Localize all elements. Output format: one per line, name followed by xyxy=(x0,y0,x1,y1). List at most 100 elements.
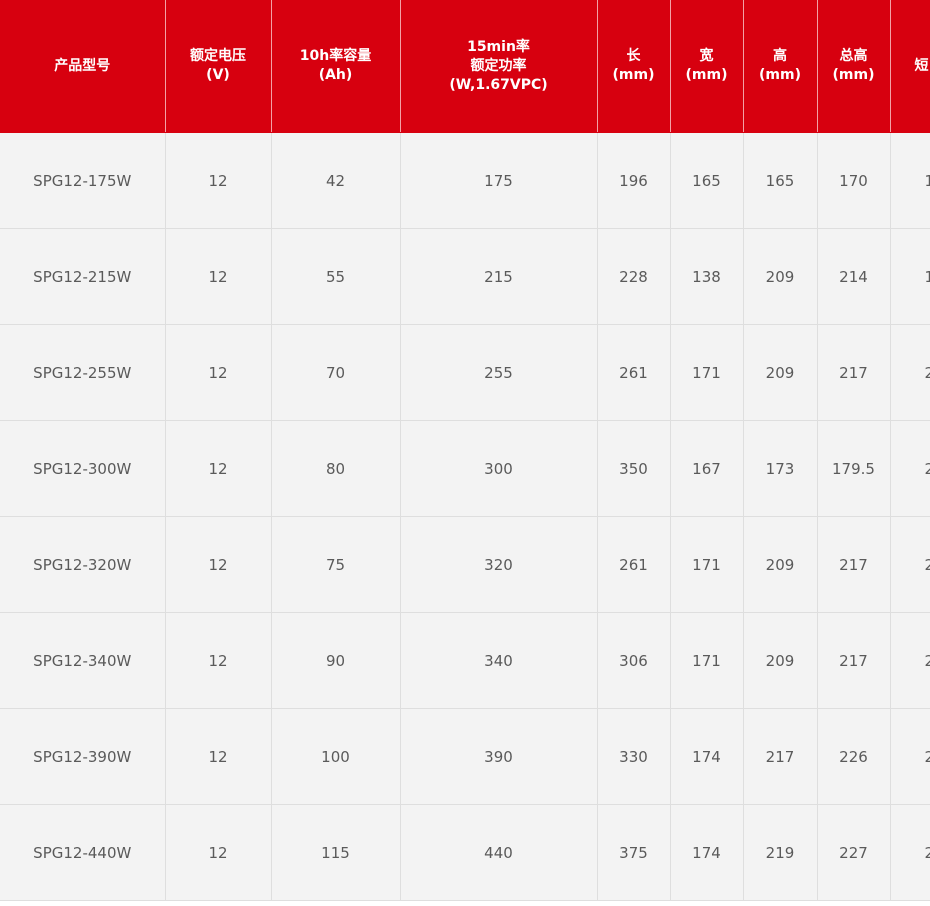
model-cell: SPG12-390W xyxy=(0,708,166,805)
table-row: SPG12-440W121154403751742192272 xyxy=(0,804,930,901)
height-cell: 209 xyxy=(743,516,818,613)
capacity-cell: 100 xyxy=(271,708,401,805)
header-row: 产品型号 额定电压 (V) 10h率容量 (Ah) 15min率 额定功率 (W,1.67VP… xyxy=(0,0,930,133)
header-width: 宽 (mm) xyxy=(670,0,744,133)
length-cell: 228 xyxy=(597,228,671,325)
height-cell: 165 xyxy=(743,132,818,229)
short-cell: 2 xyxy=(890,708,930,805)
voltage-cell: 12 xyxy=(165,228,272,325)
height-cell: 209 xyxy=(743,324,818,421)
width-cell: 171 xyxy=(670,612,744,709)
power-cell: 300 xyxy=(400,420,598,517)
total-height-cell: 217 xyxy=(817,612,891,709)
table-row: SPG12-340W12903403061712092172 xyxy=(0,612,930,709)
header-height: 高 (mm) xyxy=(743,0,818,133)
header-length: 长 (mm) xyxy=(597,0,671,133)
table-row: SPG12-320W12753202611712092172 xyxy=(0,516,930,613)
table-row: SPG12-255W12702552611712092172 xyxy=(0,324,930,421)
width-cell: 165 xyxy=(670,132,744,229)
total-height-cell: 226 xyxy=(817,708,891,805)
table-row: SPG12-300W1280300350167173179.52 xyxy=(0,420,930,517)
total-height-cell: 217 xyxy=(817,516,891,613)
spec-table-container: 产品型号 额定电压 (V) 10h率容量 (Ah) 15min率 额定功率 (W,1.67VP… xyxy=(0,0,930,906)
short-cell: 2 xyxy=(890,612,930,709)
total-height-cell: 217 xyxy=(817,324,891,421)
power-cell: 390 xyxy=(400,708,598,805)
header-15min-rated-power: 15min率 额定功率 (W,1.67VPC) xyxy=(400,0,598,133)
voltage-cell: 12 xyxy=(165,420,272,517)
column-header-line: (W,1.67VPC) xyxy=(449,76,548,93)
battery-spec-table: 产品型号 额定电压 (V) 10h率容量 (Ah) 15min率 额定功率 (W,1.67VP… xyxy=(0,0,930,901)
capacity-cell: 115 xyxy=(271,804,401,901)
height-cell: 209 xyxy=(743,612,818,709)
header-10h-capacity: 10h率容量 (Ah) xyxy=(271,0,401,133)
table-body: SPG12-175W12421751961651651701SPG12-215W… xyxy=(0,132,930,901)
short-cell: 2 xyxy=(890,516,930,613)
column-header-line: (mm) xyxy=(612,67,655,83)
model-cell: SPG12-340W xyxy=(0,612,166,709)
power-cell: 440 xyxy=(400,804,598,901)
power-cell: 340 xyxy=(400,612,598,709)
capacity-cell: 80 xyxy=(271,420,401,517)
table-row: SPG12-390W121003903301742172262 xyxy=(0,708,930,805)
length-cell: 261 xyxy=(597,516,671,613)
width-cell: 171 xyxy=(670,324,744,421)
column-header-line: (Ah) xyxy=(318,67,353,83)
voltage-cell: 12 xyxy=(165,132,272,229)
model-cell: SPG12-320W xyxy=(0,516,166,613)
capacity-cell: 42 xyxy=(271,132,401,229)
header-short: 短 xyxy=(890,0,930,133)
total-height-cell: 179.5 xyxy=(817,420,891,517)
column-header-line: 额定功率 xyxy=(470,57,527,74)
model-cell: SPG12-175W xyxy=(0,132,166,229)
height-cell: 209 xyxy=(743,228,818,325)
height-cell: 173 xyxy=(743,420,818,517)
height-cell: 217 xyxy=(743,708,818,805)
voltage-cell: 12 xyxy=(165,612,272,709)
short-cell: 2 xyxy=(890,420,930,517)
short-cell: 1 xyxy=(890,132,930,229)
model-cell: SPG12-255W xyxy=(0,324,166,421)
voltage-cell: 12 xyxy=(165,324,272,421)
length-cell: 306 xyxy=(597,612,671,709)
column-header-line: (mm) xyxy=(832,67,875,83)
column-header-line: (mm) xyxy=(685,67,728,83)
width-cell: 174 xyxy=(670,804,744,901)
width-cell: 138 xyxy=(670,228,744,325)
column-header-line: 高 xyxy=(773,48,787,64)
column-header-line: 产品型号 xyxy=(54,57,111,74)
header-rated-voltage: 额定电压 (V) xyxy=(165,0,272,133)
length-cell: 196 xyxy=(597,132,671,229)
total-height-cell: 214 xyxy=(817,228,891,325)
voltage-cell: 12 xyxy=(165,708,272,805)
capacity-cell: 90 xyxy=(271,612,401,709)
model-cell: SPG12-215W xyxy=(0,228,166,325)
model-cell: SPG12-440W xyxy=(0,804,166,901)
capacity-cell: 70 xyxy=(271,324,401,421)
table-header: 产品型号 额定电压 (V) 10h率容量 (Ah) 15min率 额定功率 (W,1.67VP… xyxy=(0,0,930,133)
header-model: 产品型号 xyxy=(0,0,166,133)
column-header-line: (V) xyxy=(206,67,230,83)
column-header-line: 宽 xyxy=(699,48,714,64)
header-total-height: 总高 (mm) xyxy=(817,0,891,133)
column-header-line: 短 xyxy=(914,57,929,74)
width-cell: 174 xyxy=(670,708,744,805)
voltage-cell: 12 xyxy=(165,516,272,613)
power-cell: 255 xyxy=(400,324,598,421)
length-cell: 375 xyxy=(597,804,671,901)
column-header-line: 额定电压 xyxy=(190,48,246,64)
power-cell: 320 xyxy=(400,516,598,613)
power-cell: 215 xyxy=(400,228,598,325)
total-height-cell: 170 xyxy=(817,132,891,229)
column-header-line: (mm) xyxy=(759,67,801,83)
short-cell: 1 xyxy=(890,228,930,325)
column-header-line: 总高 xyxy=(839,48,868,64)
width-cell: 171 xyxy=(670,516,744,613)
column-header-line: 长 xyxy=(626,48,641,64)
power-cell: 175 xyxy=(400,132,598,229)
total-height-cell: 227 xyxy=(817,804,891,901)
height-cell: 219 xyxy=(743,804,818,901)
table-row: SPG12-215W12552152281382092141 xyxy=(0,228,930,325)
capacity-cell: 55 xyxy=(271,228,401,325)
width-cell: 167 xyxy=(670,420,744,517)
